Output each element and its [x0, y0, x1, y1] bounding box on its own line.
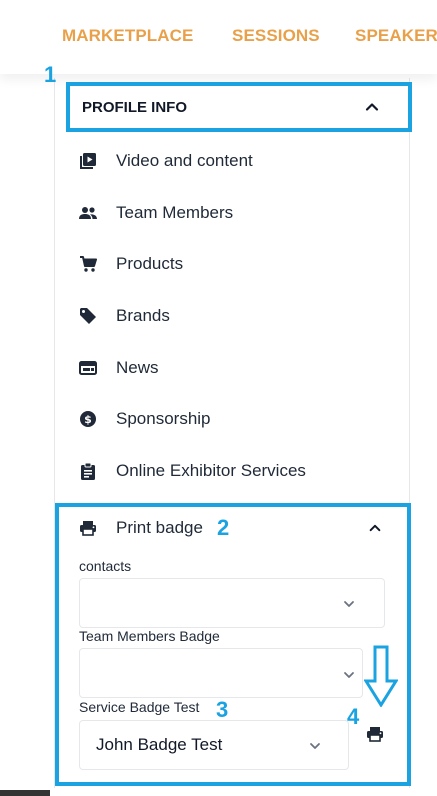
- chevron-down-icon: [344, 601, 354, 607]
- svg-text:$: $: [84, 413, 92, 426]
- chevron-up-icon: [369, 524, 381, 532]
- contacts-label: contacts: [79, 558, 132, 574]
- sidebar-item-brands[interactable]: Brands: [78, 298, 398, 334]
- team-members-badge-select[interactable]: [79, 648, 363, 698]
- arrow-down-icon: [364, 645, 398, 707]
- annotation-2: 2: [217, 515, 230, 540]
- sidebar-item-products[interactable]: Products: [78, 246, 398, 282]
- printer-icon: [367, 727, 383, 742]
- nav-sessions[interactable]: SESSIONS: [232, 26, 320, 46]
- bottom-edge-bar: [0, 790, 50, 796]
- service-badge-test-select[interactable]: John Badge Test: [79, 720, 349, 770]
- sidebar-item-label: Video and content: [116, 151, 253, 170]
- shopping-cart-icon: [78, 254, 98, 274]
- sidebar-item-news[interactable]: News: [78, 350, 398, 386]
- sidebar-item-label: Products: [116, 254, 184, 273]
- people-icon: [78, 203, 98, 223]
- news-icon: [78, 358, 98, 378]
- print-badge-title: Print badge: [116, 518, 203, 537]
- profile-info-header[interactable]: PROFILE INFO: [66, 82, 412, 132]
- video-library-icon: [78, 151, 98, 171]
- print-badge-header[interactable]: Print badge: [78, 510, 398, 546]
- sidebar-item-video-content[interactable]: Video and content: [78, 143, 398, 179]
- dollar-circle-icon: $: [78, 409, 98, 429]
- tag-icon: [78, 306, 98, 326]
- annotation-3: 3: [216, 697, 229, 722]
- service-badge-test-label: Service Badge Test: [79, 699, 200, 715]
- annotation-1: 1: [44, 62, 57, 87]
- team-members-badge-label: Team Members Badge: [79, 628, 220, 644]
- sidebar-item-team-members[interactable]: Team Members: [78, 195, 398, 231]
- annotation-4: 4: [347, 704, 360, 729]
- top-navigation: MARKETPLACE SESSIONS SPEAKERS: [0, 0, 437, 74]
- sidebar-item-label: Sponsorship: [116, 409, 211, 428]
- sidebar-item-label: Brands: [116, 306, 170, 325]
- chevron-down-icon: [344, 672, 354, 678]
- nav-speakers[interactable]: SPEAKERS: [355, 26, 437, 46]
- profile-info-title: PROFILE INFO: [82, 99, 187, 116]
- printer-icon: [78, 518, 98, 538]
- chevron-up-icon: [365, 103, 379, 111]
- nav-marketplace[interactable]: MARKETPLACE: [62, 26, 193, 46]
- sidebar-item-label: Team Members: [116, 203, 234, 222]
- service-badge-test-select-value: John Badge Test: [96, 735, 223, 754]
- chevron-down-icon: [310, 743, 320, 749]
- sidebar-item-label: News: [116, 358, 159, 377]
- sidebar-item-exhibitor-services[interactable]: Online Exhibitor Services: [78, 453, 398, 489]
- print-button[interactable]: [366, 726, 386, 744]
- sidebar-item-label: Online Exhibitor Services: [116, 461, 306, 480]
- clipboard-icon: [78, 461, 98, 481]
- sidebar-item-sponsorship[interactable]: $ Sponsorship: [78, 401, 398, 437]
- contacts-select[interactable]: [79, 578, 385, 628]
